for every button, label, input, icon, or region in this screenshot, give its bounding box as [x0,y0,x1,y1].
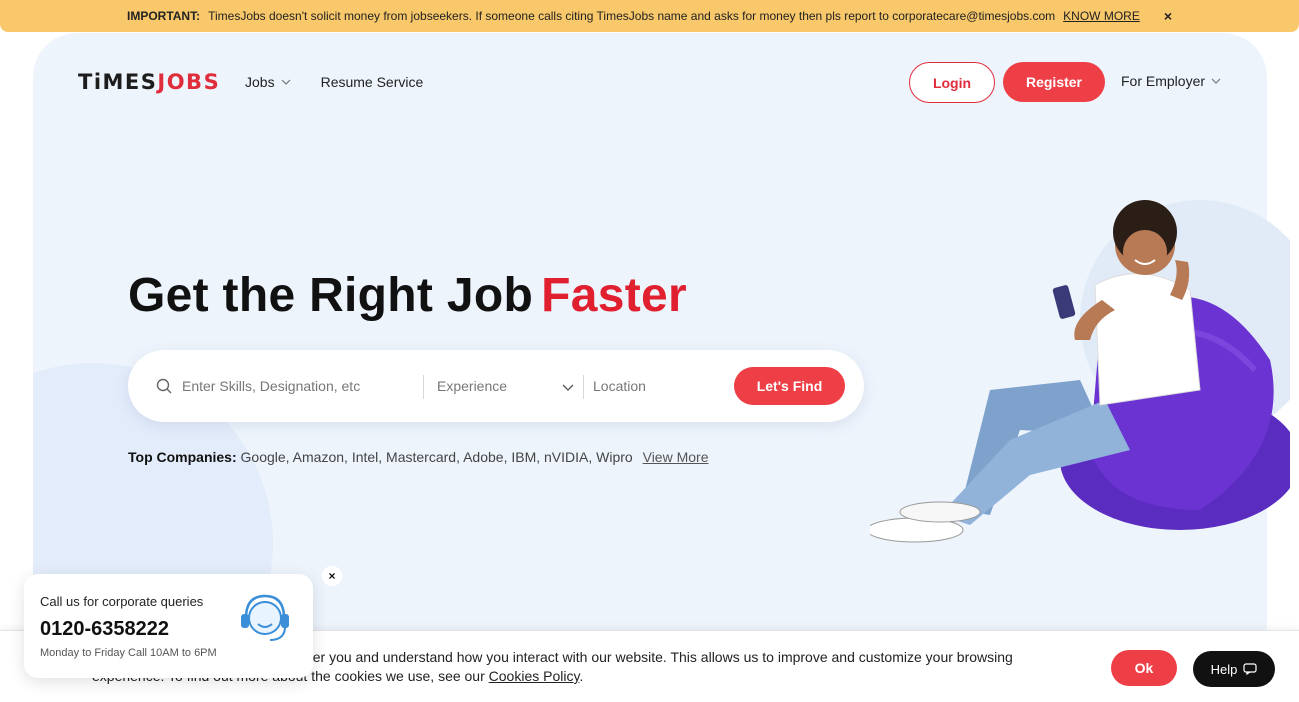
popup-title: Call us for corporate queries [40,594,204,609]
chevron-down-icon[interactable] [562,381,574,393]
nav-resume-service-label: Resume Service [320,74,424,90]
top-companies-list[interactable]: Google, Amazon, Intel, Mastercard, Adobe… [241,449,633,465]
headline-accent: Faster [541,269,687,322]
popup-phone-number[interactable]: 0120-6358222 [40,618,169,641]
register-button[interactable]: Register [1003,62,1105,102]
divider [583,375,584,399]
top-companies-label: Top Companies: [128,449,237,465]
divider [423,375,424,399]
skills-search-input[interactable] [182,372,422,400]
help-chat-button[interactable]: Help [1193,651,1275,687]
close-notice-icon[interactable]: × [1164,8,1172,24]
experience-select[interactable]: Experience [437,378,507,394]
hero-person-illustration [870,200,1290,543]
main-nav: Jobs Resume Service [245,74,423,90]
search-icon [156,378,172,394]
notice-banner: IMPORTANT: TimesJobs doesn't solicit mon… [0,0,1299,32]
chat-bubble-icon [1243,663,1257,675]
location-input[interactable] [593,372,723,400]
top-companies: Top Companies: Google, Amazon, Intel, Ma… [128,449,709,465]
corporate-queries-popup: Call us for corporate queries 0120-63582… [24,574,313,678]
cookies-policy-link[interactable]: Cookies Policy [489,668,580,684]
lets-find-button[interactable]: Let's Find [734,367,845,405]
for-employer-label: For Employer [1121,73,1206,89]
cookie-period: . [579,668,584,684]
cookie-ok-button[interactable]: Ok [1111,650,1177,686]
notice-label: IMPORTANT: [126,9,201,23]
close-popup-icon[interactable]: × [322,566,342,586]
timesjobs-logo[interactable]: TiMESJOBS [78,70,220,94]
headline-main: Get the Right Job [128,269,534,322]
popup-hours: Monday to Friday Call 10AM to 6PM [40,647,217,659]
view-more-link[interactable]: View More [643,449,709,465]
hero-headline: Get the Right Job Faster [128,268,687,323]
nav-jobs[interactable]: Jobs [245,74,291,90]
for-employer-menu[interactable]: For Employer [1121,73,1221,89]
job-search-bar: Experience Let's Find [128,350,864,422]
chevron-down-icon [281,79,291,85]
login-button[interactable]: Login [909,62,995,103]
logo-part-times: TiMES [78,70,158,94]
know-more-link[interactable]: KNOW MORE [1063,9,1140,23]
headset-agent-icon [241,594,289,641]
logo-part-jobs: JOBS [157,70,221,94]
notice-message: TimesJobs doesn't solicit money from job… [208,9,1056,23]
help-label: Help [1210,661,1238,677]
chevron-down-icon [1211,78,1221,84]
nav-resume-service[interactable]: Resume Service [321,74,424,90]
nav-jobs-label: Jobs [245,74,275,90]
